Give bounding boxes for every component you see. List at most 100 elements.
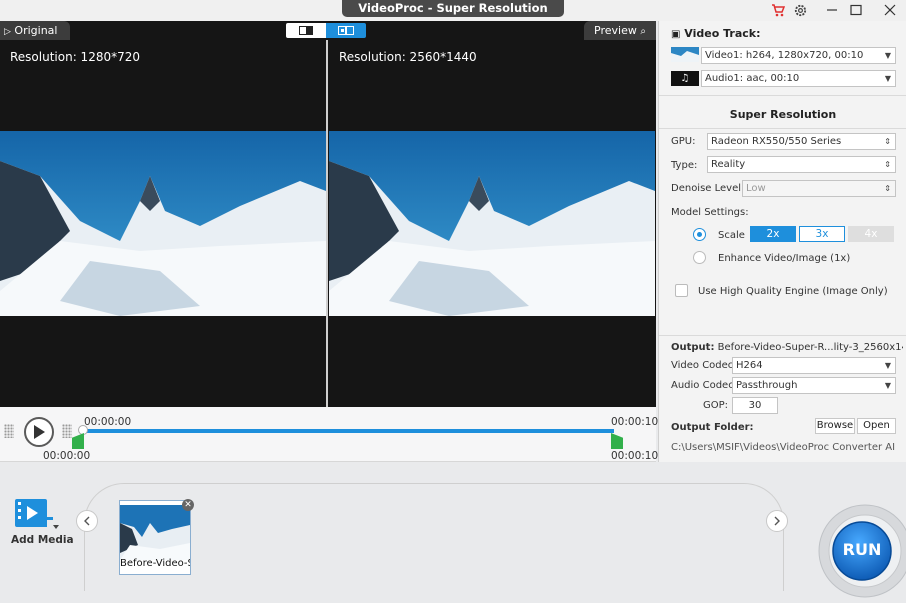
scale-4x-button[interactable]: 4x [848, 226, 894, 242]
drag-handle-icon [4, 424, 14, 438]
updown-arrow-icon: ⇕ [884, 160, 891, 169]
original-resolution: Resolution: 1280*720 [10, 50, 141, 64]
audio-track-select[interactable]: Audio1: aac, 00:10 ▼ [701, 70, 896, 87]
divider [659, 335, 906, 336]
duration-time: 00:00:10 [611, 450, 659, 462]
drag-handle-icon [62, 424, 72, 438]
video-codec-value: H264 [736, 360, 763, 371]
current-time: 00:00:00 [84, 416, 132, 428]
type-value: Reality [711, 159, 746, 170]
output-folder-path: C:\Users\MSIF\Videos\VideoProc Converter… [671, 442, 896, 453]
divider [659, 95, 906, 96]
output-folder-label: Output Folder: [671, 422, 754, 433]
updown-arrow-icon: ⇕ [884, 184, 891, 193]
video-track-title-text: Video Track: [684, 27, 761, 40]
settings-panel: ▣ Video Track: Video1: h264, 1280x720, 0… [658, 21, 906, 462]
start-time: 00:00:00 [43, 450, 91, 462]
preview-frame [328, 131, 656, 316]
audio-codec-value: Passthrough [736, 380, 798, 391]
scale-2x-button[interactable]: 2x [750, 226, 796, 242]
dropdown-arrow-icon: ▼ [884, 51, 891, 60]
video-codec-select[interactable]: H264 ▼ [732, 357, 896, 374]
output-resolution: Resolution: 2560*1440 [339, 50, 477, 64]
browse-button[interactable]: Browse [815, 418, 855, 434]
single-view-button[interactable] [286, 23, 326, 38]
output-label: Output: [671, 342, 715, 353]
video-track-select[interactable]: Video1: h264, 1280x720, 00:10 ▼ [701, 47, 896, 64]
cart-icon[interactable] [768, 1, 788, 19]
chevron-right-icon [774, 516, 780, 526]
hq-engine-checkbox[interactable] [675, 284, 688, 297]
scale-radio[interactable] [693, 228, 706, 241]
updown-arrow-icon: ⇕ [884, 137, 891, 146]
title-bar: VideoProc - Super Resolution [0, 0, 906, 21]
play-button[interactable] [24, 417, 54, 447]
split-view-button[interactable] [326, 23, 366, 38]
type-select[interactable]: Reality ⇕ [707, 156, 896, 173]
type-label: Type: [671, 160, 698, 171]
denoise-label: Denoise Level: [671, 183, 745, 194]
end-marker[interactable] [611, 433, 623, 449]
open-button[interactable]: Open [857, 418, 896, 434]
dropdown-arrow-icon: ▼ [884, 381, 891, 390]
split-view-icon [338, 26, 354, 35]
output-file: Output: Before-Video-Super-R...lity-3_25… [671, 342, 903, 353]
preview-area: ▷ Original Preview ⌕ Resolution: 1280*72… [0, 21, 656, 407]
original-tab[interactable]: ▷ Original [0, 21, 70, 40]
video-codec-label: Video Codec: [671, 360, 737, 371]
preview-tab[interactable]: Preview ⌕ [584, 21, 656, 40]
media-filename: Before-Video-Sup [120, 558, 190, 569]
chevron-left-icon [84, 516, 90, 526]
gpu-select[interactable]: Radeon RX550/550 Series ⇕ [707, 133, 896, 150]
play-icon [34, 425, 45, 439]
original-tab-label: Original [14, 24, 58, 37]
divider [659, 128, 906, 129]
scale-3x-button[interactable]: 3x [799, 226, 845, 242]
original-frame [0, 131, 326, 316]
gpu-value: Radeon RX550/550 Series [711, 136, 842, 147]
enhance-label: Enhance Video/Image (1x) [718, 253, 851, 264]
run-button[interactable]: RUN [833, 540, 891, 559]
scale-label: Scale [718, 230, 745, 241]
gear-icon[interactable] [790, 1, 810, 19]
minimize-icon[interactable] [822, 1, 842, 19]
hq-engine-label: Use High Quality Engine (Image Only) [698, 286, 888, 297]
gop-input[interactable]: 30 [732, 397, 778, 414]
film-icon: ▣ [671, 29, 681, 40]
model-settings-label: Model Settings: [671, 207, 749, 218]
audio-codec-select[interactable]: Passthrough ▼ [732, 377, 896, 394]
search-icon: ⌕ [640, 26, 646, 37]
scroll-right-button[interactable] [766, 510, 788, 532]
video-track-value: Video1: h264, 1280x720, 00:10 [705, 50, 864, 61]
preview-tab-label: Preview [594, 24, 637, 37]
timeline: 00:00:00 00:00:10 00:00:00 00:00:10 [0, 407, 659, 462]
video-track-thumbnail [671, 47, 699, 62]
timeline-track[interactable] [80, 429, 614, 433]
single-view-icon [299, 26, 313, 35]
start-marker[interactable] [72, 433, 84, 449]
super-resolution-title: Super Resolution [729, 108, 837, 121]
add-media-label[interactable]: Add Media [11, 534, 74, 546]
media-bar: Add Media ✕ Before-Video-Sup [0, 463, 906, 603]
denoise-value: Low [746, 183, 766, 194]
music-note-icon: ♫ [671, 71, 699, 86]
dropdown-arrow-icon: ▼ [884, 74, 891, 83]
scroll-left-button[interactable] [76, 510, 98, 532]
enhance-radio[interactable] [693, 251, 706, 264]
app-window: VideoProc - Super Resolution ▷ Original [0, 0, 906, 603]
window-title: VideoProc - Super Resolution [342, 0, 564, 17]
video-track-title: ▣ Video Track: [671, 27, 761, 40]
gpu-label: GPU: [671, 136, 696, 147]
remove-media-icon[interactable]: ✕ [182, 499, 194, 511]
add-media-icon[interactable] [14, 497, 60, 531]
dropdown-arrow-icon: ▼ [884, 361, 891, 370]
audio-track-value: Audio1: aac, 00:10 [705, 73, 800, 84]
close-icon[interactable] [880, 1, 900, 19]
audio-codec-label: Audio Codec: [671, 380, 738, 391]
play-triangle-icon: ▷ [4, 27, 11, 37]
denoise-select[interactable]: Low ⇕ [742, 180, 896, 197]
output-filename: Before-Video-Super-R...lity-3_2560x1440.… [717, 342, 903, 353]
maximize-icon[interactable] [846, 1, 866, 19]
view-mode-toggle[interactable] [286, 23, 366, 38]
end-time: 00:00:10 [611, 416, 659, 428]
